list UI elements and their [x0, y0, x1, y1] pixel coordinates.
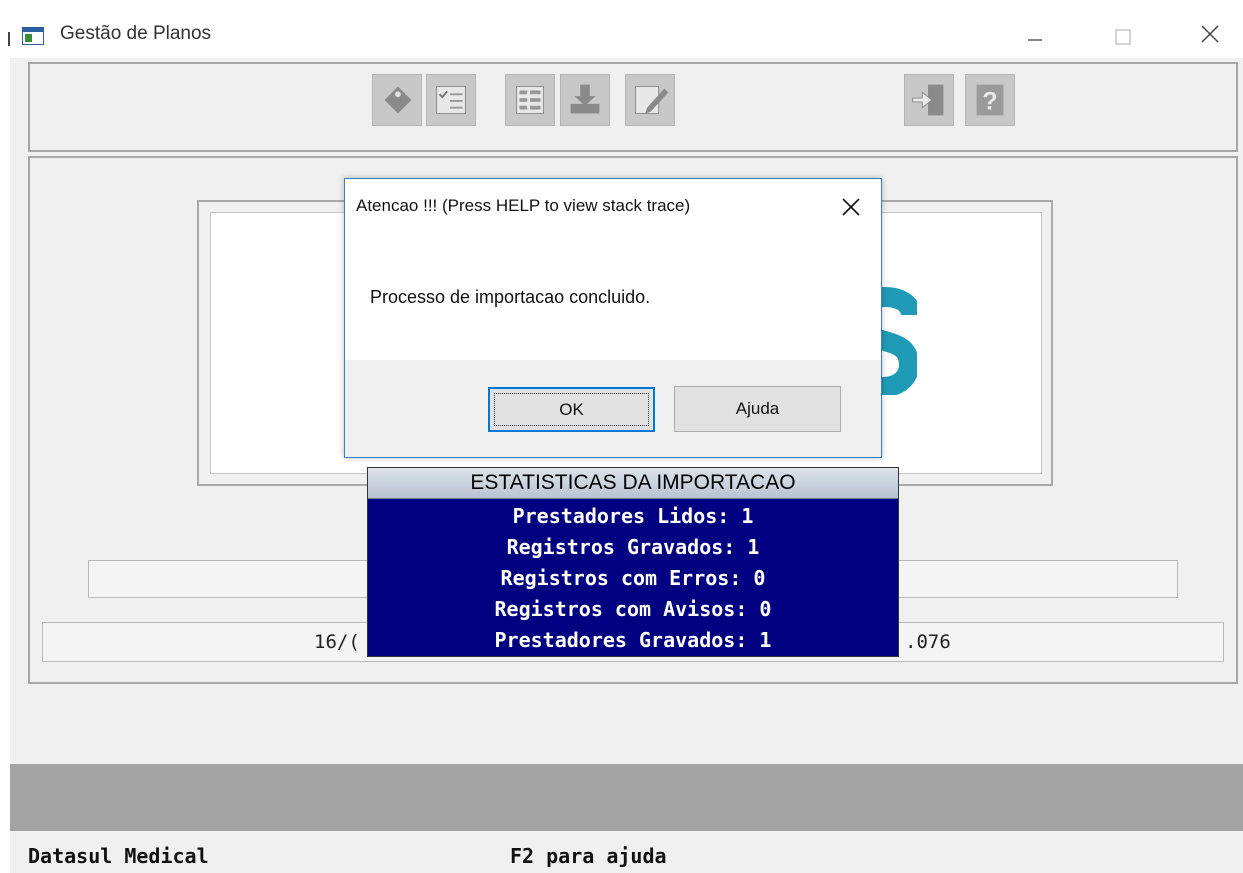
close-window-button[interactable] — [1180, 18, 1240, 54]
window-edge — [8, 32, 10, 46]
maximize-button[interactable] — [1093, 20, 1153, 54]
svg-text:?: ? — [982, 88, 997, 116]
tag-icon[interactable] — [372, 74, 422, 126]
stat-registros-erros: Registros com Erros: 0 — [500, 566, 766, 590]
dialog-message: Processo de importacao concluido. — [370, 287, 651, 307]
ok-button[interactable]: OK — [488, 387, 655, 432]
status-app-name: Datasul Medical — [28, 844, 209, 868]
ok-button-label: OK — [559, 399, 584, 419]
exit-icon[interactable] — [904, 74, 954, 126]
help-icon[interactable]: ? — [965, 74, 1015, 126]
checklist-icon[interactable] — [426, 74, 476, 126]
info-field-left-text: 16/( — [314, 631, 360, 653]
stat-registros-gravados: Registros Gravados: 1 — [506, 535, 760, 559]
window-title: Gestão de Planos — [60, 23, 212, 44]
grid-form-icon[interactable] — [505, 74, 555, 126]
import-stats-heading: ESTATISTICAS DA IMPORTACAO — [368, 468, 898, 499]
app-icon — [22, 27, 44, 45]
stat-prestadores-lidos: Prestadores Lidos: 1 — [512, 504, 754, 528]
info-field-right-text: .076 — [905, 631, 951, 653]
help-button-label: Ajuda — [735, 399, 780, 418]
stat-registros-avisos: Registros com Avisos: 0 — [494, 597, 772, 621]
edit-icon[interactable] — [625, 74, 675, 126]
dialog-close-icon[interactable] — [832, 188, 870, 224]
minimize-button[interactable] — [1005, 20, 1065, 54]
help-button[interactable]: Ajuda — [674, 386, 841, 432]
message-band — [10, 764, 1243, 831]
import-icon[interactable] — [560, 74, 610, 126]
dialog-title: Atencao !!! (Press HELP to view stack tr… — [356, 196, 691, 215]
status-help-hint: F2 para ajuda — [510, 844, 667, 868]
stat-prestadores-gravados: Prestadores Gravados: 1 — [494, 628, 772, 652]
